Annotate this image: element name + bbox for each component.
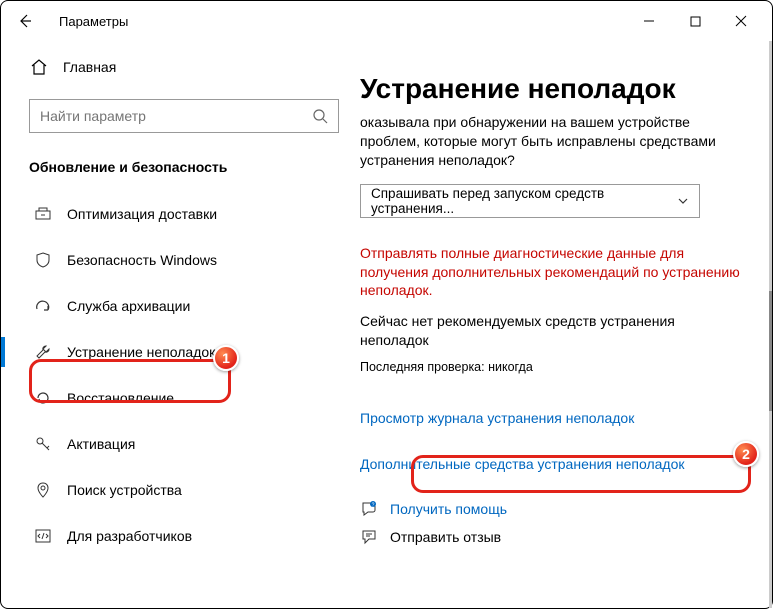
- sidebar-item-label: Активация: [67, 436, 135, 452]
- sidebar-item-backup[interactable]: Служба архивации: [29, 285, 339, 327]
- scrollbar[interactable]: [769, 41, 772, 608]
- sidebar-item-label: Устранение неполадок: [67, 344, 215, 360]
- sidebar-item-label: Восстановление: [67, 390, 174, 406]
- code-icon: [33, 527, 53, 545]
- page-title: Устранение неполадок: [360, 73, 744, 105]
- feedback-link[interactable]: Отправить отзыв: [390, 529, 501, 545]
- sidebar-item-label: Оптимизация доставки: [67, 206, 217, 222]
- last-check-text: Последняя проверка: никогда: [360, 360, 744, 374]
- home-link[interactable]: Главная: [29, 47, 339, 87]
- sidebar-item-activation[interactable]: Активация: [29, 423, 339, 465]
- search-icon: [312, 108, 328, 124]
- history-link[interactable]: Просмотр журнала устранения неполадок: [360, 410, 744, 426]
- search-field[interactable]: [40, 108, 312, 124]
- sidebar-item-label: Для разработчиков: [67, 528, 192, 544]
- backup-icon: [33, 297, 53, 315]
- no-recommendations-text: Сейчас нет рекомендуемых средств устране…: [360, 312, 744, 350]
- svg-text:?: ?: [372, 503, 375, 509]
- wrench-icon: [33, 343, 53, 361]
- sidebar-item-security[interactable]: Безопасность Windows: [29, 239, 339, 281]
- search-input[interactable]: [29, 99, 339, 133]
- sidebar-item-recovery[interactable]: Восстановление: [29, 377, 339, 419]
- home-icon: [29, 58, 49, 76]
- sidebar-section-title: Обновление и безопасность: [29, 159, 339, 175]
- troubleshoot-mode-select[interactable]: Спрашивать перед запуском средств устран…: [360, 184, 700, 218]
- sidebar-item-label: Служба архивации: [67, 298, 190, 314]
- shield-icon: [33, 251, 53, 269]
- home-label: Главная: [63, 59, 116, 75]
- chevron-down-icon: [677, 195, 689, 207]
- sidebar: Главная Обновление и безопасность Оптими…: [1, 41, 359, 608]
- minimize-button[interactable]: [626, 5, 672, 37]
- location-icon: [33, 481, 53, 499]
- recovery-icon: [33, 389, 53, 407]
- page-description: оказывала при обнаружении на вашем устро…: [360, 113, 744, 170]
- diagnostic-warning: Отправлять полные диагностические данные…: [360, 244, 744, 301]
- delivery-icon: [33, 205, 53, 223]
- key-icon: [33, 435, 53, 453]
- sidebar-item-label: Поиск устройства: [67, 482, 182, 498]
- sidebar-item-troubleshoot[interactable]: Устранение неполадок: [29, 331, 339, 373]
- sidebar-item-developers[interactable]: Для разработчиков: [29, 515, 339, 557]
- window-title: Параметры: [59, 14, 128, 29]
- back-button[interactable]: [9, 5, 41, 37]
- help-icon: ?: [360, 500, 378, 518]
- sidebar-item-label: Безопасность Windows: [67, 252, 217, 268]
- feedback-icon: [360, 528, 378, 546]
- additional-troubleshooters-link[interactable]: Дополнительные средства устранения непол…: [360, 456, 744, 472]
- close-button[interactable]: [718, 5, 764, 37]
- get-help-link[interactable]: Получить помощь: [390, 501, 507, 517]
- content-pane: Устранение неполадок оказывала при обнар…: [359, 41, 772, 608]
- select-value: Спрашивать перед запуском средств устран…: [371, 186, 677, 216]
- maximize-button[interactable]: [672, 5, 718, 37]
- sidebar-item-find-device[interactable]: Поиск устройства: [29, 469, 339, 511]
- sidebar-item-delivery[interactable]: Оптимизация доставки: [29, 193, 339, 235]
